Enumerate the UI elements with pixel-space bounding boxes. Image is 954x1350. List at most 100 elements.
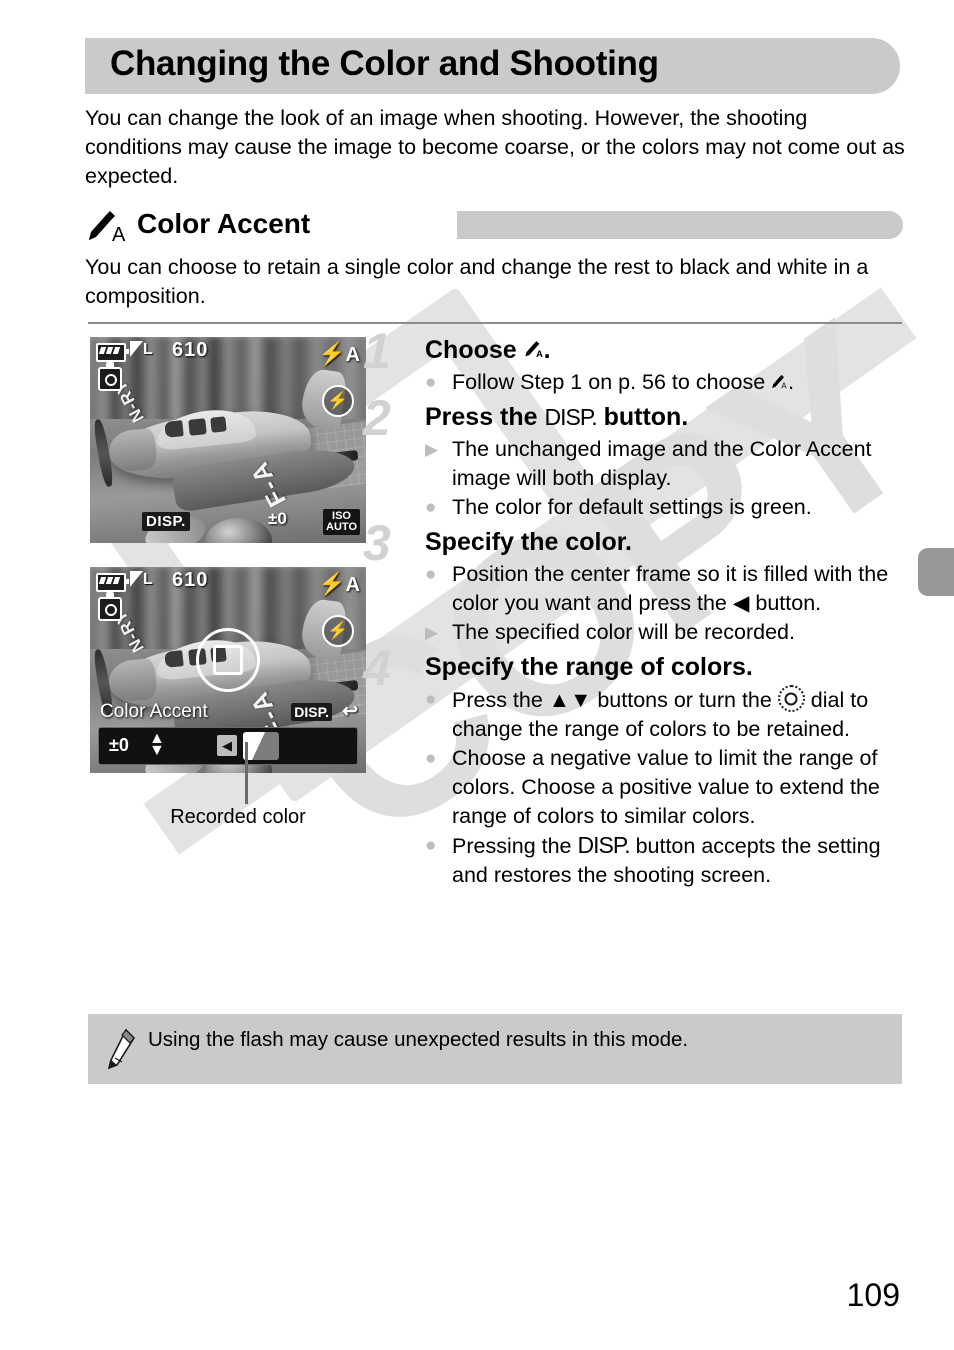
section-title: Color Accent: [137, 208, 311, 239]
lightning-bolt-icon: ⚡: [318, 341, 346, 366]
bullet-text: Press the: [452, 688, 549, 712]
bullet-circle-icon: ●: [425, 372, 437, 393]
bullet-text: Follow Step 1 on p. 56 to choose: [452, 370, 772, 394]
color-accent-brush-icon: A: [85, 210, 131, 246]
bullet-item: ▶ The unchanged image and the Color Accen…: [425, 435, 909, 493]
section-heading: A Color Accent: [85, 208, 903, 246]
bullet-text-mid: buttons or turn the: [591, 688, 778, 712]
brush-a-icon: A: [772, 374, 787, 391]
disp-button-icon: DISP.: [544, 404, 598, 430]
page-header-banner: Changing the Color and Shooting: [85, 38, 900, 94]
disp-label: DISP.: [291, 703, 332, 721]
step-title-text: Press the: [425, 403, 545, 431]
step-title: Press the DISP. button.: [425, 401, 909, 433]
svg-text:A: A: [112, 224, 126, 244]
svg-text:A: A: [536, 349, 543, 359]
content-divider: [88, 322, 902, 324]
step-3: 3 Specify the color. ● Position the cente…: [363, 518, 909, 647]
bullet-circle-icon: ●: [425, 835, 437, 856]
image-quality-indicator: L: [130, 341, 153, 359]
color-accent-adjust-bar: ±0 ▲ ▼ ◀: [98, 727, 358, 765]
step-number: 4: [363, 640, 391, 696]
step-title: Specify the color.: [425, 528, 633, 556]
bullet-text: The specified color will be recorded.: [452, 620, 795, 644]
left-arrow-icon: ◀: [732, 591, 750, 615]
mode-label: Color Accent: [100, 701, 208, 722]
camera-icon: [98, 362, 122, 391]
page-title: Changing the Color and Shooting: [110, 44, 659, 83]
section-description: You can choose to retain a single color …: [85, 255, 869, 308]
bullet-item: ● The color for default settings is green…: [425, 493, 909, 522]
up-down-buttons-icon: ▲▼: [548, 688, 592, 712]
bullet-triangle-icon: ▶: [425, 623, 439, 642]
bullet-circle-icon: ●: [425, 564, 437, 585]
left-button-icon: ◀: [217, 735, 237, 756]
quality-triangle-icon: [130, 341, 143, 357]
bullet-text: Position the center frame so it is fille…: [452, 562, 889, 615]
svg-text:A: A: [781, 382, 787, 391]
iso-value: AUTO: [326, 521, 357, 533]
bullet-item: ▶ The specified color will be recorded.: [425, 618, 909, 647]
bullet-item: ● Follow Step 1 on p. 56 to choose A.: [425, 368, 909, 397]
battery-icon: [96, 343, 129, 362]
iso-indicator: ISO AUTO: [323, 509, 360, 535]
bullet-item: ● Position the center frame so it is fill…: [425, 560, 909, 618]
up-down-arrows-icon: ▲ ▼: [149, 730, 165, 759]
control-dial-icon: [777, 685, 805, 712]
step-number: 2: [363, 390, 391, 446]
step-title: Specify the range of colors.: [425, 653, 753, 681]
manual-page: Changing the Color and Shooting You can …: [0, 0, 954, 1350]
bullet-text: Pressing the: [452, 834, 578, 858]
shooting-screen-normal: N-RY F-A L 610 ⚡A ⚡ DISP. ±0 ISO AUTO: [90, 337, 366, 543]
bullet-text-suffix: button.: [749, 591, 822, 615]
image-quality-indicator: L: [130, 571, 153, 589]
step-2-bullets: ▶ The unchanged image and the Color Accen…: [425, 435, 909, 522]
disp-label: DISP.: [142, 512, 190, 531]
battery-icon: [96, 573, 129, 592]
page-number: 109: [846, 1277, 900, 1313]
return-arrow-icon: ↩: [342, 701, 358, 722]
pencil-icon: [107, 1028, 136, 1070]
steps-column: 1 Choose A. ● Follow Step 1 on p. 56 to c…: [363, 326, 909, 894]
bullet-circle-icon: ●: [425, 748, 437, 769]
bullet-circle-icon: ●: [425, 497, 437, 518]
callout-leader-line: [245, 742, 248, 804]
exposure-compensation-value: ±0: [268, 509, 287, 528]
bullet-item: ● Pressing the DISP. button accepts the s…: [425, 831, 909, 890]
center-frame-icon: [196, 627, 260, 692]
note-text: Using the flash may cause unexpected res…: [148, 1028, 689, 1051]
callout-label: Recorded color: [170, 806, 306, 828]
step-4-bullets: ● Press the ▲▼ buttons or turn the dial t…: [425, 685, 909, 890]
section-heading-bar: [457, 211, 903, 239]
step-2: 2 Press the DISP. button. ▶ The unchanged…: [363, 393, 909, 522]
osd-overlay-1: L 610 ⚡A ⚡ DISP. ±0 ISO AUTO: [90, 337, 366, 543]
chapter-tab-marker: [918, 548, 954, 596]
recorded-color-swatch: [243, 732, 279, 760]
color-accent-screen: N-RY F-A L 610 ⚡A ⚡ Color Accent DISP. ↩…: [90, 567, 366, 773]
flash-off-icon: ⚡: [322, 615, 354, 647]
note-box: Using the flash may cause unexpected res…: [88, 1014, 902, 1084]
step-title-text: Choose: [425, 336, 524, 364]
bullet-item: ● Choose a negative value to limit the ra…: [425, 744, 909, 831]
step-1-bullets: ● Follow Step 1 on p. 56 to choose A.: [425, 368, 909, 397]
step-title-suffix: .: [543, 336, 551, 364]
bullet-circle-icon: ●: [425, 689, 437, 710]
shots-remaining: 610: [172, 339, 209, 361]
bullet-text: The unchanged image and the Color Accent…: [452, 437, 872, 490]
quality-triangle-icon: [130, 571, 143, 587]
range-value: ±0: [109, 735, 129, 755]
camera-icon: [98, 592, 122, 621]
step-3-bullets: ● Position the center frame so it is fill…: [425, 560, 909, 647]
brush-a-icon: A: [525, 341, 543, 359]
step-4: 4 Specify the range of colors. ● Press th…: [363, 643, 909, 890]
bullet-text: The color for default settings is green.: [452, 495, 812, 519]
flash-auto-icon: ⚡A: [318, 571, 360, 596]
flash-auto-icon: ⚡A: [318, 341, 360, 366]
disp-button-icon: DISP.: [577, 832, 630, 858]
step-title-suffix: button.: [596, 403, 689, 431]
bullet-text: Choose a negative value to limit the ran…: [452, 746, 880, 828]
osd-overlay-2: L 610 ⚡A ⚡ Color Accent DISP. ↩ ±0 ▲ ▼ ◀: [90, 567, 366, 773]
shots-remaining: 610: [172, 569, 209, 591]
step-number: 1: [363, 323, 391, 379]
bullet-item: ● Press the ▲▼ buttons or turn the dial t…: [425, 685, 909, 744]
